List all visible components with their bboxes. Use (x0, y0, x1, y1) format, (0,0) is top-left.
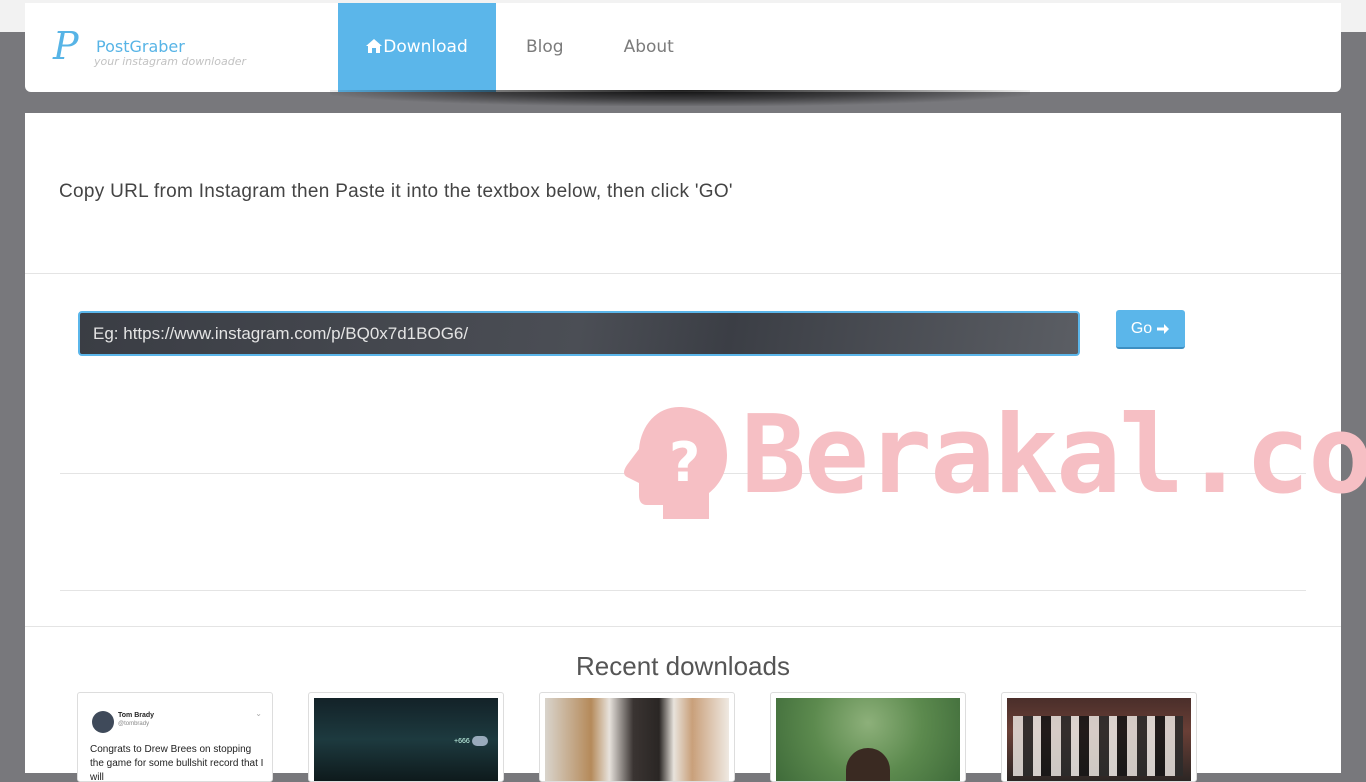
head-question-icon: ? (624, 407, 727, 519)
recent-item[interactable] (1001, 692, 1197, 782)
recent-item[interactable]: Tom Brady @tombrady ⌄ Congrats to Drew B… (77, 692, 273, 782)
nav-item-label: Download (383, 37, 468, 57)
recent-item[interactable] (539, 692, 735, 782)
instruction-text: Copy URL from Instagram then Paste it in… (59, 181, 733, 202)
avatar (92, 711, 114, 733)
tweet-text: Congrats to Drew Brees on stopping the g… (90, 744, 264, 782)
go-button[interactable]: Go (1116, 310, 1185, 349)
main-panel: Copy URL from Instagram then Paste it in… (25, 113, 1366, 782)
recent-item[interactable] (770, 692, 966, 782)
logo-name: PostGraber (96, 37, 185, 56)
navbar: P PostGraber your instagram downloader D… (25, 3, 1341, 92)
divider (60, 590, 1306, 591)
thumbnail-image (776, 698, 960, 781)
nav-item-label: Blog (526, 37, 564, 57)
chevron-down-icon: ⌄ (255, 709, 262, 718)
logo-letter: P (53, 24, 79, 68)
thumbnail-image (1007, 698, 1191, 781)
svg-text:?: ? (669, 431, 700, 494)
nav-item-download[interactable]: Download (338, 3, 496, 92)
thumbnail-image (545, 698, 729, 781)
arrow-right-icon (1157, 323, 1170, 334)
tweet-handle: @tombrady (118, 721, 150, 727)
logo-tagline: your instagram downloader (94, 55, 246, 68)
logo[interactable]: P PostGraber your instagram downloader (53, 27, 253, 75)
watermark-text: Berakal.com (741, 393, 1366, 518)
navbar-shadow (330, 90, 1030, 106)
recent-item[interactable]: +666 (308, 692, 504, 782)
home-icon (366, 39, 383, 53)
nav-item-blog[interactable]: Blog (496, 3, 594, 92)
overlay-text: +666 (454, 738, 470, 745)
badge (472, 736, 488, 746)
go-button-label: Go (1130, 319, 1153, 337)
person-figure (846, 748, 890, 781)
nav-menu: Download Blog About (338, 3, 704, 92)
divider (25, 273, 1341, 274)
nav-item-label: About (623, 37, 674, 57)
url-input[interactable] (78, 311, 1080, 356)
recent-downloads-title: Recent downloads (576, 651, 790, 681)
tweet-author: Tom Brady (118, 712, 155, 719)
watermark: ? Berakal.com (623, 393, 1366, 523)
nav-item-about[interactable]: About (594, 3, 704, 92)
divider (25, 626, 1341, 627)
thumbnail-image: +666 (314, 698, 498, 781)
group-figures (1013, 716, 1183, 776)
